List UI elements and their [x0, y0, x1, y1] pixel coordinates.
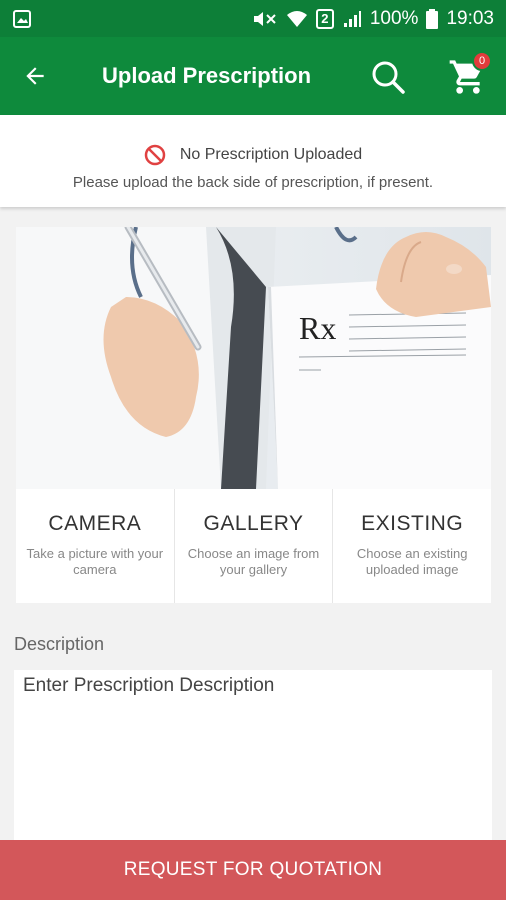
prescription-hero-image: Rx — [16, 227, 491, 489]
camera-option-subtitle: Take a picture with your camera — [26, 546, 164, 577]
search-button[interactable] — [366, 55, 410, 99]
upload-status-text: No Prescription Uploaded — [179, 146, 363, 163]
description-box — [14, 670, 492, 845]
search-icon — [372, 61, 405, 94]
description-input[interactable] — [14, 670, 492, 845]
clock: 19:03 — [446, 7, 494, 29]
existing-option-title: EXISTING — [361, 512, 464, 535]
battery-icon — [426, 8, 439, 29]
gallery-notification-icon — [12, 9, 32, 29]
sim-label: 2 — [321, 11, 329, 26]
cart-button[interactable]: 0 — [444, 51, 492, 101]
cart-count-badge: 0 — [472, 51, 492, 71]
existing-option[interactable]: EXISTING Choose an existing uploaded ima… — [333, 489, 491, 603]
arrow-left-icon — [26, 67, 44, 85]
app-bar: Upload Prescription 0 — [0, 37, 506, 115]
description-label: Description — [14, 634, 105, 654]
no-entry-icon — [144, 144, 166, 166]
existing-option-subtitle: Choose an existing uploaded image — [356, 546, 468, 577]
wifi-icon — [286, 9, 308, 29]
upload-options: CAMERA Take a picture with your camera G… — [16, 489, 491, 603]
back-button[interactable] — [0, 37, 70, 115]
upload-status-card: No Prescription Uploaded Please upload t… — [0, 115, 506, 207]
mute-icon — [252, 9, 278, 29]
gallery-option[interactable]: GALLERY Choose an image from your galler… — [175, 489, 334, 603]
status-bar: 2 100% 19:03 — [0, 0, 506, 37]
gallery-option-title: GALLERY — [203, 512, 304, 535]
camera-option[interactable]: CAMERA Take a picture with your camera — [16, 489, 175, 603]
sim-icon: 2 — [315, 8, 334, 29]
upload-hint-text: Please upload the back side of prescript… — [72, 174, 434, 191]
signal-icon — [342, 9, 362, 29]
request-quotation-button[interactable]: REQUEST FOR QUOTATION — [0, 840, 506, 900]
gallery-option-subtitle: Choose an image from your gallery — [187, 546, 320, 577]
camera-option-title: CAMERA — [48, 512, 142, 535]
battery-percent: 100% — [369, 7, 419, 29]
rx-symbol: Rx — [299, 310, 336, 346]
page-title: Upload Prescription — [102, 63, 312, 88]
